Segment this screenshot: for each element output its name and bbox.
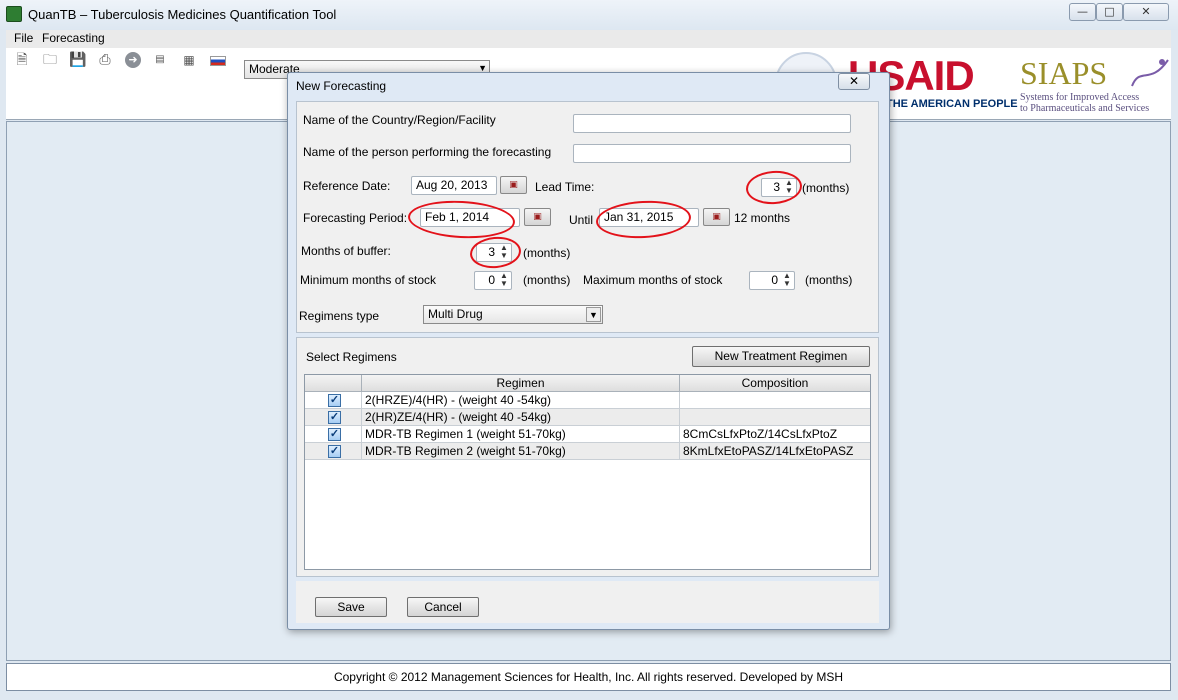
print-icon[interactable]: ⎙	[97, 52, 113, 68]
maximize-button[interactable]: □	[1096, 3, 1123, 21]
new-forecasting-dialog: New Forecasting ✕ Name of the Country/Re…	[287, 72, 890, 630]
chevron-down-icon: ▼	[586, 307, 601, 322]
checkbox-checked-icon[interactable]: ✓	[328, 394, 341, 407]
cancel-button[interactable]: Cancel	[407, 597, 479, 617]
grid-icon[interactable]: ▦	[181, 52, 197, 68]
regimen-cell: MDR-TB Regimen 1 (weight 51-70kg)	[362, 426, 680, 443]
person-label: Name of the person performing the foreca…	[303, 145, 552, 159]
min-stock-unit: (months)	[523, 273, 571, 287]
checkbox-cell[interactable]: ✓	[305, 443, 362, 460]
table-header-regimen[interactable]: Regimen	[362, 375, 680, 392]
new-file-icon[interactable]: 🗎	[14, 52, 30, 68]
reference-date-field[interactable]: Aug 20, 2013	[411, 176, 497, 195]
export-icon[interactable]: ▤	[152, 52, 168, 68]
parameters-panel: Name of the Country/Region/Facility Name…	[296, 101, 879, 333]
annotation-circle	[595, 198, 692, 241]
lead-time-unit: (months)	[802, 181, 850, 195]
composition-cell: 8KmLfxEtoPASZ/14LfxEtoPASZ	[683, 444, 854, 458]
min-stock-label: Minimum months of stock	[300, 273, 437, 287]
calendar-icon[interactable]: ▣	[703, 208, 730, 226]
regimen-cell: 2(HRZE)/4(HR) - (weight 40 -54kg)	[362, 392, 680, 409]
buffer-unit: (months)	[523, 246, 571, 260]
checkbox-checked-icon[interactable]: ✓	[328, 428, 341, 441]
checkbox-checked-icon[interactable]: ✓	[328, 411, 341, 424]
composition-cell	[680, 392, 870, 409]
person-field[interactable]	[573, 144, 851, 163]
composition-cell	[680, 409, 870, 426]
save-button[interactable]: Save	[315, 597, 387, 617]
dialog-buttons-panel: Save Cancel	[296, 581, 879, 623]
dialog-close-button[interactable]: ✕	[838, 73, 870, 90]
buffer-label: Months of buffer:	[301, 244, 391, 258]
min-stock-value: 0	[488, 273, 495, 287]
table-row[interactable]: ✓ 2(HRZE)/4(HR) - (weight 40 -54kg)	[305, 392, 870, 409]
calendar-icon[interactable]: ▣	[500, 176, 527, 194]
siaps-tagline-1: Systems for Improved Access	[1020, 92, 1140, 103]
copyright-footer: Copyright © 2012 Management Sciences for…	[6, 663, 1171, 691]
russian-flag-icon[interactable]	[210, 56, 226, 66]
menu-bar: File Forecasting	[6, 30, 1171, 48]
table-header-checkbox[interactable]	[305, 375, 362, 392]
table-row[interactable]: ✓ MDR-TB Regimen 2 (weight 51-70kg) 8KmL…	[305, 443, 870, 460]
period-length-label: 12 months	[734, 211, 791, 225]
menu-file[interactable]: File	[14, 31, 33, 45]
siaps-logo: SIAPS	[1020, 55, 1108, 91]
menu-forecasting[interactable]: Forecasting	[42, 31, 105, 45]
calendar-icon[interactable]: ▣	[524, 208, 551, 226]
table-row[interactable]: ✓ 2(HR)ZE/4(HR) - (weight 40 -54kg)	[305, 409, 870, 426]
checkbox-cell[interactable]: ✓	[305, 426, 362, 443]
annotation-circle	[468, 234, 523, 271]
new-treatment-regimen-button[interactable]: New Treatment Regimen	[692, 346, 870, 367]
spinner-arrows-icon[interactable]: ▲ ▼	[781, 272, 793, 288]
regimens-panel: Select Regimens New Treatment Regimen Re…	[296, 337, 879, 577]
checkbox-checked-icon[interactable]: ✓	[328, 445, 341, 458]
max-stock-spinner[interactable]: 0 ▲ ▼	[749, 271, 795, 290]
checkbox-cell[interactable]: ✓	[305, 409, 362, 426]
regimen-cell: 2(HR)ZE/4(HR) - (weight 40 -54kg)	[362, 409, 680, 426]
table-row[interactable]: ✓ MDR-TB Regimen 1 (weight 51-70kg) 8CmC…	[305, 426, 870, 443]
annotation-circle	[744, 169, 804, 206]
forward-arrow-icon[interactable]: ➜	[125, 52, 141, 68]
regimens-type-label: Regimens type	[299, 309, 380, 323]
regimens-type-value: Multi Drug	[428, 307, 483, 321]
country-label: Name of the Country/Region/Facility	[303, 113, 496, 127]
siaps-tagline-2: to Pharmaceuticals and Services	[1020, 103, 1150, 114]
max-stock-value: 0	[771, 273, 778, 287]
table-header-composition[interactable]: Composition	[680, 375, 870, 392]
spinner-arrows-icon[interactable]: ▲ ▼	[498, 272, 510, 288]
regimen-cell: MDR-TB Regimen 2 (weight 51-70kg)	[362, 443, 680, 460]
composition-cell: 8CmCsLfxPtoZ/14CsLfxPtoZ	[683, 427, 838, 441]
dialog-title: New Forecasting	[296, 79, 387, 93]
select-regimens-label: Select Regimens	[306, 350, 397, 364]
siaps-swoosh-icon	[1131, 59, 1169, 87]
until-label: Until	[569, 213, 594, 227]
minimize-button[interactable]: —	[1069, 3, 1096, 21]
annotation-circle	[407, 198, 516, 241]
max-stock-label: Maximum months of stock	[583, 273, 723, 287]
usaid-tagline: THE AMERICAN PEOPLE	[886, 98, 1018, 110]
reference-date-label: Reference Date:	[303, 179, 391, 193]
max-stock-unit: (months)	[805, 273, 853, 287]
lead-time-label: Lead Time:	[535, 180, 595, 194]
close-window-button[interactable]: ✕	[1123, 3, 1169, 21]
save-icon[interactable]: 💾	[69, 52, 86, 68]
window-title: QuanTB – Tuberculosis Medicines Quantifi…	[28, 7, 337, 22]
forecasting-period-label: Forecasting Period:	[303, 211, 408, 225]
min-stock-spinner[interactable]: 0 ▲ ▼	[474, 271, 512, 290]
open-folder-icon[interactable]: 🗀	[42, 52, 58, 68]
regimens-table: Regimen Composition ✓ 2(HRZE)/4(HR) - (w…	[304, 374, 871, 570]
regimens-type-select[interactable]: Multi Drug ▼	[423, 305, 603, 324]
checkbox-cell[interactable]: ✓	[305, 392, 362, 409]
country-field[interactable]	[573, 114, 851, 133]
app-icon	[6, 6, 22, 22]
